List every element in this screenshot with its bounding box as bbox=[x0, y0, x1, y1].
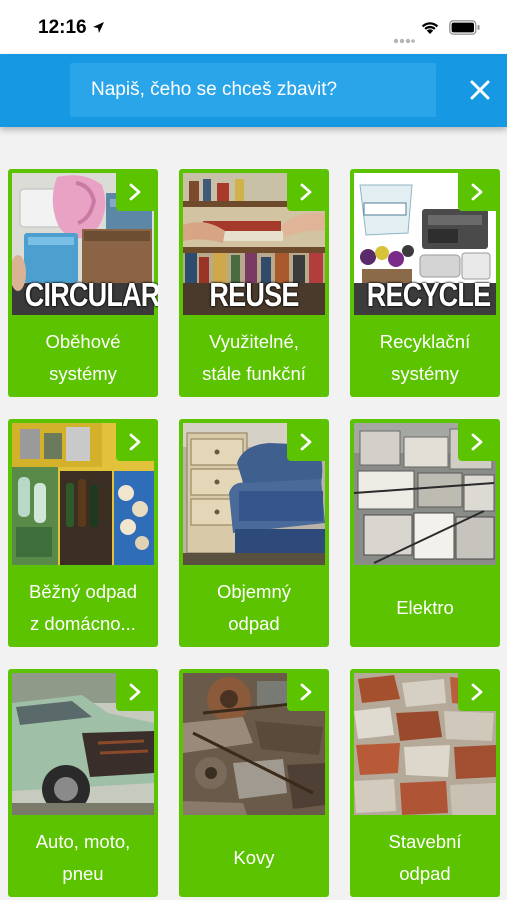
tile-arrow bbox=[458, 423, 496, 461]
category-tile-auto-moto[interactable]: Auto, moto, pneu bbox=[8, 669, 158, 897]
category-label: Běžný odpad z domácno... bbox=[28, 581, 137, 634]
category-label: Elektro bbox=[396, 597, 454, 618]
tile-arrow bbox=[287, 173, 325, 211]
tile-arrow bbox=[116, 673, 154, 711]
category-label: Recyklační systémy bbox=[379, 331, 471, 384]
chevron-right-icon bbox=[300, 433, 312, 451]
category-label: Stavební odpad bbox=[388, 831, 462, 884]
category-overlay-text: REUSE bbox=[209, 276, 299, 313]
category-label: Objemný odpad bbox=[216, 581, 292, 634]
tile-arrow bbox=[458, 173, 496, 211]
category-label: Oběhové systémy bbox=[45, 331, 121, 384]
chevron-right-icon bbox=[471, 683, 483, 701]
category-tile-bulky-waste[interactable]: Objemný odpad bbox=[179, 419, 329, 647]
category-tile-reuse[interactable]: REUSE Využitelné, stále funkční bbox=[179, 169, 329, 397]
tile-arrow bbox=[458, 673, 496, 711]
category-tile-household-waste[interactable]: Běžný odpad z domácno... bbox=[8, 419, 158, 647]
chevron-right-icon bbox=[300, 183, 312, 201]
tile-arrow bbox=[116, 173, 154, 211]
category-tile-metals[interactable]: Kovy bbox=[179, 669, 329, 897]
category-label: Kovy bbox=[233, 847, 275, 868]
category-overlay-text: CIRCULAR bbox=[24, 276, 158, 313]
chevron-right-icon bbox=[471, 433, 483, 451]
category-label: Auto, moto, pneu bbox=[35, 831, 131, 884]
tile-arrow bbox=[287, 423, 325, 461]
tile-arrow bbox=[116, 423, 154, 461]
category-label: Využitelné, stále funkční bbox=[202, 331, 306, 384]
chevron-right-icon bbox=[129, 683, 141, 701]
chevron-right-icon bbox=[471, 183, 483, 201]
category-tile-recycle[interactable]: RECYCLE Recyklační systémy bbox=[350, 169, 500, 397]
category-overlay-text: RECYCLE bbox=[366, 276, 491, 313]
category-tile-electro[interactable]: Elektro bbox=[350, 419, 500, 647]
category-tile-circular[interactable]: CIRCULAR Oběhové systémy bbox=[8, 169, 158, 397]
category-tile-construction-waste[interactable]: Stavební odpad bbox=[350, 669, 500, 897]
category-grid: CIRCULAR Oběhové systémy REUSE Využiteln… bbox=[0, 0, 507, 900]
chevron-right-icon bbox=[300, 683, 312, 701]
chevron-right-icon bbox=[129, 183, 141, 201]
chevron-right-icon bbox=[129, 433, 141, 451]
tile-arrow bbox=[287, 673, 325, 711]
